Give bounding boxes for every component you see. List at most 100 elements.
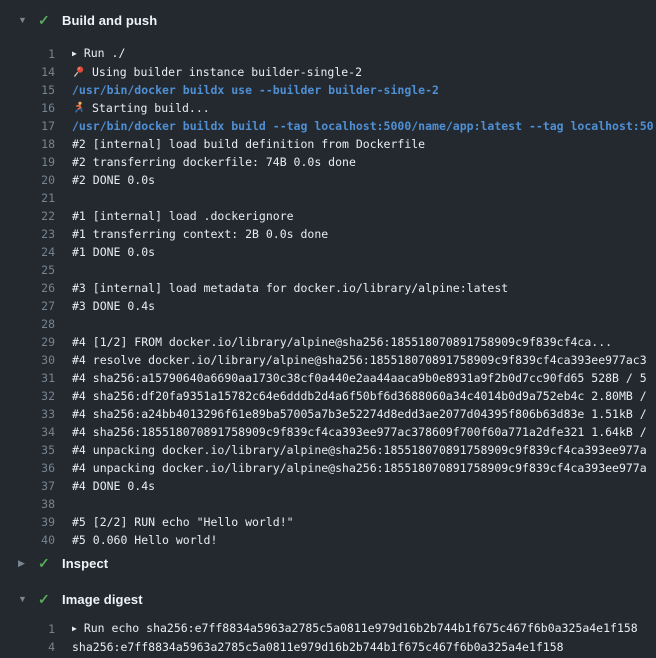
line-number-link[interactable]: 33 — [0, 405, 55, 423]
log-group-toggle[interactable]: ▶Run echo sha256:e7ff8834a5963a2785c5a08… — [72, 619, 656, 639]
log-line: 4 sha256:e7ff8834a5963a2785c5a0811e979d16… — [0, 638, 656, 656]
log-line: 27 #3 DONE 0.4s — [0, 297, 656, 315]
section-header-image-digest[interactable]: ▼ ✓ Image digest — [0, 587, 656, 611]
line-number-link[interactable]: 16 — [0, 99, 55, 117]
line-number-link[interactable]: 30 — [0, 351, 55, 369]
line-number-link[interactable]: 20 — [0, 171, 55, 189]
line-number-link[interactable]: 14 — [0, 63, 55, 81]
log-lines: 1 ▶Run echo sha256:e7ff8834a5963a2785c5a0… — [0, 611, 656, 658]
log-line-text: #5 0.060 Hello world! — [72, 531, 656, 549]
log-section-build-and-push: ▼ ✓ Build and push 1 ▶Run ./ 14 Using builder … — [0, 8, 656, 549]
line-number-link[interactable]: 25 — [0, 261, 55, 279]
log-line: 22 #1 [internal] load .dockerignore — [0, 207, 656, 225]
log-line-text: #3 DONE 0.4s — [72, 297, 656, 315]
line-number-link[interactable]: 26 — [0, 279, 55, 297]
log-line-text: #1 DONE 0.0s — [72, 243, 656, 261]
log-line-text: #4 unpacking docker.io/library/alpine@sh… — [72, 459, 656, 477]
line-number-link[interactable]: 18 — [0, 135, 55, 153]
log-line: 1 ▶Run ./ — [0, 45, 656, 63]
log-line: 28 — [0, 315, 656, 333]
log-section-inspect: ▶✓Inspect — [0, 551, 656, 575]
log-line: 24 #1 DONE 0.0s — [0, 243, 656, 261]
line-number-link[interactable]: 17 — [0, 117, 55, 135]
line-number-link[interactable]: 27 — [0, 297, 55, 315]
success-check-icon: ✓ — [38, 13, 54, 27]
line-number-link[interactable]: 38 — [0, 495, 55, 513]
line-number-link[interactable]: 32 — [0, 387, 55, 405]
line-number-link[interactable]: 15 — [0, 81, 55, 99]
log-line-text: /usr/bin/docker buildx build --tag local… — [72, 117, 656, 135]
line-number-link[interactable]: 28 — [0, 315, 55, 333]
log-line: 16Starting build... — [0, 99, 656, 117]
expand-group-icon[interactable]: ▶ — [72, 620, 77, 638]
line-number-link[interactable]: 37 — [0, 477, 55, 495]
line-number-link[interactable]: 21 — [0, 189, 55, 207]
log-line-text: sha256:e7ff8834a5963a2785c5a0811e979d16b… — [72, 638, 656, 656]
log-line: 37 #4 DONE 0.4s — [0, 477, 656, 495]
log-lines: 1 ▶Run ./ 14 Using builder instance builder… — [0, 32, 656, 549]
log-line: 31 #4 sha256:a15790640a6690aa1730c38cf0a4… — [0, 369, 656, 387]
line-number-link[interactable]: 36 — [0, 459, 55, 477]
section-title: Build and push — [62, 13, 157, 28]
log-line: 39 #5 [2/2] RUN echo "Hello world!" — [0, 513, 656, 531]
log-line-text: #4 sha256:a15790640a6690aa1730c38cf0a440… — [72, 369, 656, 387]
line-number-link[interactable]: 22 — [0, 207, 55, 225]
log-line: 33 #4 sha256:a24bb4013296f61e89ba57005a7b… — [0, 405, 656, 423]
section-header-build-and-push[interactable]: ▼ ✓ Build and push — [0, 8, 656, 32]
actions-log-viewer: ▼✓Build and push1▶Run ./14Using builder … — [0, 0, 656, 658]
expand-group-icon[interactable]: ▶ — [72, 45, 77, 63]
log-line-text: #4 sha256:185518070891758909c9f839cf4ca3… — [72, 423, 656, 441]
log-section-image-digest: ▼ ✓ Image digest 1 ▶Run echo sha256:e7ff8834… — [0, 587, 656, 658]
line-number-link[interactable]: 39 — [0, 513, 55, 531]
line-number-link[interactable]: 1 — [0, 620, 55, 638]
log-line: 19 #2 transferring dockerfile: 74B 0.0s d… — [0, 153, 656, 171]
line-number-link[interactable]: 24 — [0, 243, 55, 261]
chevron-right-icon[interactable]: ▶ — [18, 559, 30, 568]
log-line: 40 #5 0.060 Hello world! — [0, 531, 656, 549]
log-line-text: #2 [internal] load build definition from… — [72, 135, 656, 153]
pushpin-icon — [72, 65, 85, 78]
section-title: Inspect — [62, 556, 108, 571]
log-line-text: #4 resolve docker.io/library/alpine@sha2… — [72, 351, 656, 369]
log-line: 38 — [0, 495, 656, 513]
chevron-down-icon[interactable]: ▼ — [18, 16, 30, 25]
log-line: 14 Using builder instance builder-single-… — [0, 63, 656, 81]
line-number-link[interactable]: 34 — [0, 423, 55, 441]
log-line: 36 #4 unpacking docker.io/library/alpine@… — [0, 459, 656, 477]
log-line: 18 #2 [internal] load build definition fr… — [0, 135, 656, 153]
log-line: 25 — [0, 261, 656, 279]
log-line-text: #2 transferring dockerfile: 74B 0.0s don… — [72, 153, 656, 171]
log-line: 23 #1 transferring context: 2B 0.0s done — [0, 225, 656, 243]
runner-icon — [72, 101, 85, 114]
log-line: 32 #4 sha256:df20fa9351a15782c64e6dddb2d4… — [0, 387, 656, 405]
log-line: 34 #4 sha256:185518070891758909c9f839cf4c… — [0, 423, 656, 441]
log-line: 26#3 [internal] load metadata for docker… — [0, 279, 656, 297]
log-line-text: #4 sha256:df20fa9351a15782c64e6dddb2d4a6… — [72, 387, 656, 405]
log-line-text: #1 [internal] load .dockerignore — [72, 207, 656, 225]
log-line: 21 — [0, 189, 656, 207]
line-number-link[interactable]: 4 — [0, 638, 55, 656]
log-line: 29 #4 [1/2] FROM docker.io/library/alpine… — [0, 333, 656, 351]
section-header-inspect[interactable]: ▶✓Inspect — [0, 551, 656, 575]
log-line: 17/usr/bin/docker buildx build --tag loc… — [0, 117, 656, 135]
log-line: 15/usr/bin/docker buildx use --builder b… — [0, 81, 656, 99]
log-line-text: #4 sha256:a24bb4013296f61e89ba57005a7b3e… — [72, 405, 656, 423]
log-group-toggle[interactable]: ▶Run ./ — [72, 44, 656, 64]
log-line-text: Using builder instance builder-single-2 — [72, 63, 656, 81]
log-line-text: #2 DONE 0.0s — [72, 171, 656, 189]
line-number-link[interactable]: 35 — [0, 441, 55, 459]
line-number-link[interactable]: 31 — [0, 369, 55, 387]
line-number-link[interactable]: 40 — [0, 531, 55, 549]
log-line: 1 ▶Run echo sha256:e7ff8834a5963a2785c5a0… — [0, 620, 656, 638]
log-line-text: #4 DONE 0.4s — [72, 477, 656, 495]
line-number-link[interactable]: 23 — [0, 225, 55, 243]
log-line-text: #1 transferring context: 2B 0.0s done — [72, 225, 656, 243]
chevron-down-icon[interactable]: ▼ — [18, 595, 30, 604]
log-line-text: #4 [1/2] FROM docker.io/library/alpine@s… — [72, 333, 656, 351]
log-line-text: #5 [2/2] RUN echo "Hello world!" — [72, 513, 656, 531]
line-number-link[interactable]: 29 — [0, 333, 55, 351]
section-title: Image digest — [62, 592, 143, 607]
line-number-link[interactable]: 19 — [0, 153, 55, 171]
line-number-link[interactable]: 1 — [0, 45, 55, 63]
success-check-icon: ✓ — [38, 592, 54, 606]
